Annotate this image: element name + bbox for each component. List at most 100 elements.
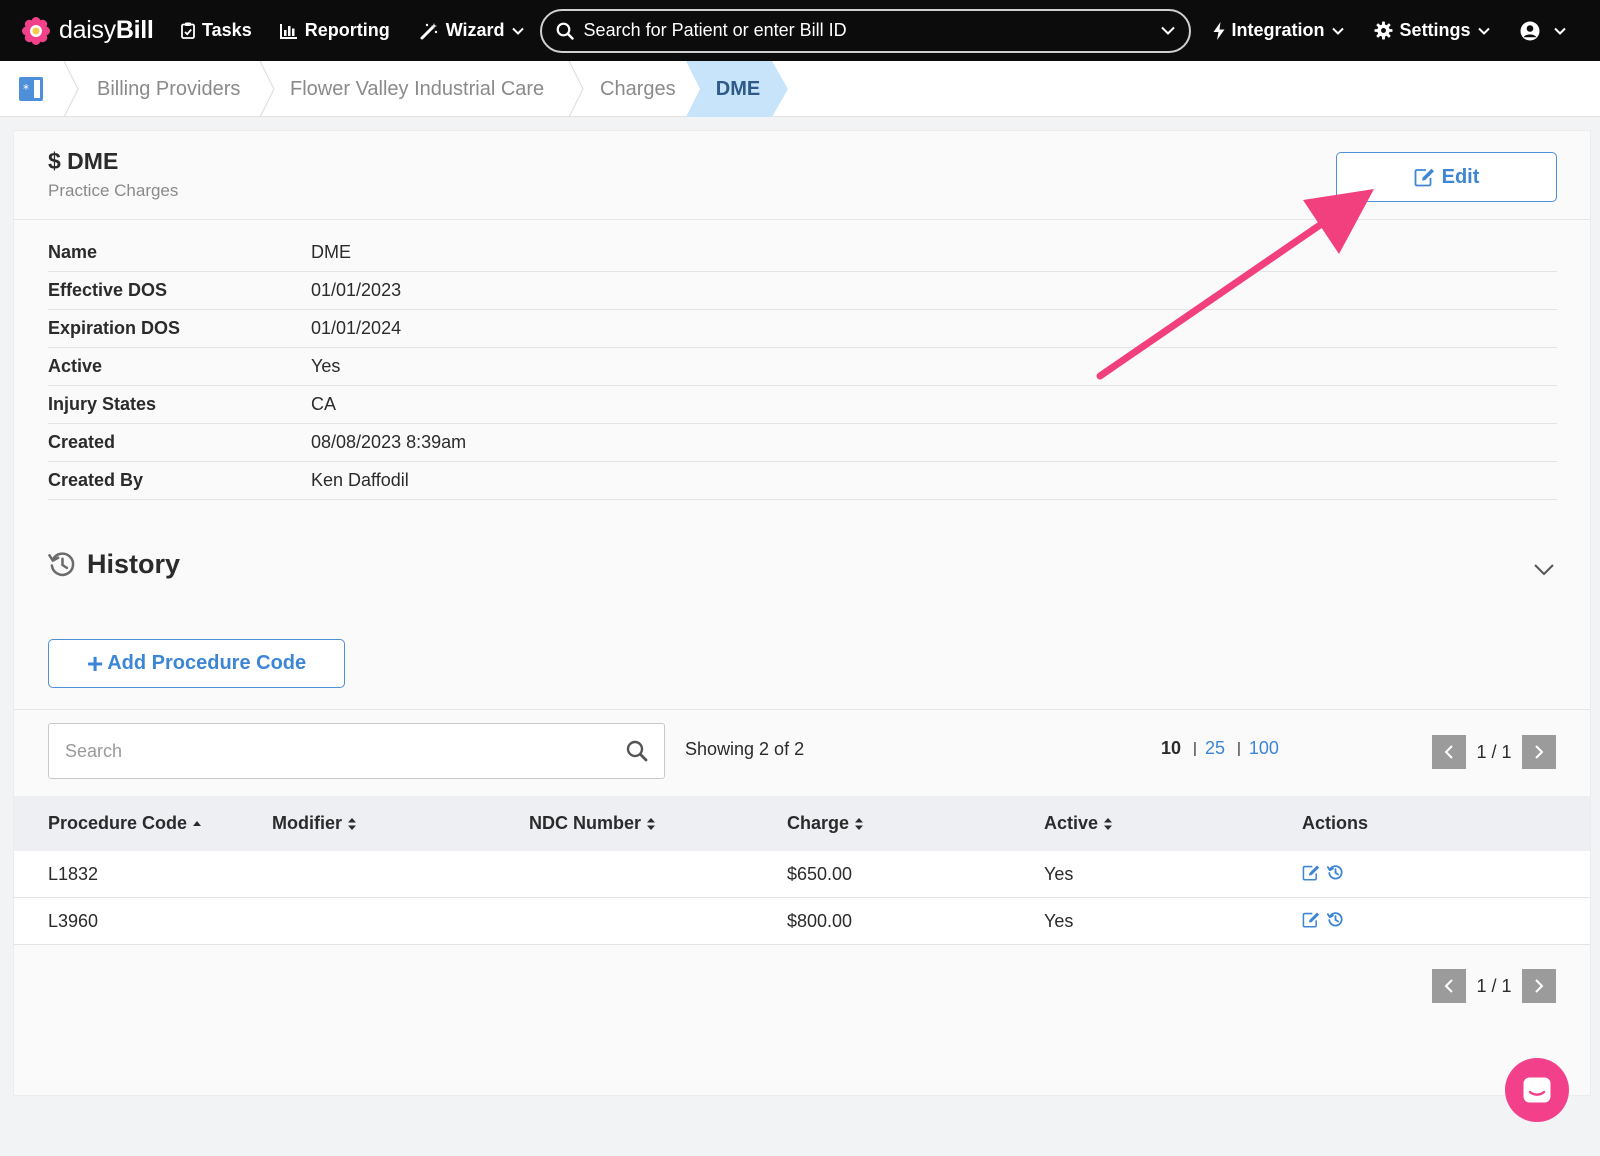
column-modifier[interactable]: Modifier — [272, 796, 357, 851]
detail-label: Effective DOS — [48, 280, 168, 300]
page-size-current[interactable]: 10 — [1161, 738, 1181, 759]
row-actions — [1302, 864, 1344, 881]
cell-active: Yes — [1044, 864, 1074, 884]
chevron-left-icon — [1444, 745, 1453, 759]
chevron-right-icon — [1535, 745, 1544, 759]
chevron-down-icon — [1553, 27, 1566, 35]
history-icon[interactable] — [1327, 911, 1344, 928]
column-active[interactable]: Active — [1044, 796, 1113, 851]
chevron-down-icon — [511, 27, 524, 35]
edit-icon[interactable] — [1302, 864, 1321, 881]
add-procedure-code-label: Add Procedure Code — [107, 652, 307, 674]
search-icon — [626, 740, 648, 762]
edit-icon[interactable] — [1302, 911, 1321, 928]
pagination-top: 1 / 1 — [1432, 735, 1556, 769]
sort-icon — [348, 817, 356, 830]
patient-search-placeholder: Search for Patient or enter Bill ID — [583, 20, 847, 40]
chevron-down-icon — [1331, 27, 1344, 35]
column-charge[interactable]: Charge — [787, 796, 864, 851]
cell-procedure-code: L3960 — [48, 911, 99, 931]
detail-value: Yes — [311, 356, 341, 376]
page-size-divider: | — [1236, 740, 1241, 757]
nav-tasks[interactable]: Tasks — [181, 20, 252, 41]
detail-label: Created — [48, 432, 116, 452]
page-title: $ DME — [48, 148, 119, 174]
breadcrumb-separator — [259, 61, 275, 117]
breadcrumb-billing-providers[interactable]: Billing Providers — [97, 61, 240, 117]
history-icon — [48, 552, 75, 577]
section-divider — [14, 709, 1590, 710]
chevron-down-icon — [1477, 27, 1490, 35]
breadcrumb-home[interactable]: * — [0, 61, 62, 117]
nav-tasks-label: Tasks — [202, 20, 252, 40]
page-size-option[interactable]: 25 — [1205, 738, 1225, 759]
detail-value: CA — [311, 394, 337, 414]
breadcrumb: * Billing Providers Flower Valley Indust… — [0, 61, 1600, 117]
detail-row-injury-states: Injury States CA — [48, 386, 1557, 424]
detail-row-expiration-dos: Expiration DOS 01/01/2024 — [48, 310, 1557, 348]
nav-integration-label: Integration — [1231, 20, 1325, 40]
daisy-flower-icon — [22, 16, 50, 45]
cell-procedure-code: L1832 — [48, 864, 99, 884]
sort-asc-icon — [193, 820, 202, 826]
bar-chart-icon — [279, 23, 297, 39]
detail-label: Active — [48, 356, 103, 376]
top-nav: daisyBill Tasks Reporting Wizard Search … — [0, 0, 1600, 61]
nav-settings[interactable]: Settings — [1374, 20, 1490, 41]
edit-button-label: Edit — [1441, 165, 1480, 188]
sort-icon — [855, 817, 864, 830]
nav-reporting[interactable]: Reporting — [279, 20, 390, 41]
page-indicator: 1 / 1 — [1476, 975, 1512, 996]
clipboard-check-icon — [181, 22, 195, 39]
table-row: L1832 $650.00 Yes — [14, 851, 1590, 898]
add-procedure-code-button[interactable]: + Add Procedure Code — [48, 639, 345, 688]
breadcrumb-separator — [63, 61, 79, 117]
table-search-placeholder: Search — [65, 740, 123, 761]
next-page-button[interactable] — [1522, 969, 1556, 1003]
history-toggle[interactable]: History — [48, 549, 180, 580]
column-ndc-number[interactable]: NDC Number — [529, 796, 656, 851]
breadcrumb-current-label: DME — [715, 78, 761, 100]
nav-wizard[interactable]: Wizard — [420, 20, 524, 41]
page-size-option[interactable]: 100 — [1249, 738, 1279, 759]
svg-text:*: * — [23, 82, 29, 96]
breadcrumb-practice[interactable]: Flower Valley Industrial Care — [290, 61, 544, 117]
detail-row-active: Active Yes — [48, 348, 1557, 386]
chevron-down-icon[interactable] — [1533, 563, 1555, 576]
user-circle-icon — [1520, 21, 1540, 40]
next-page-button[interactable] — [1522, 735, 1556, 769]
pagination-bottom: 1 / 1 — [1432, 969, 1556, 1003]
table-search-input[interactable]: Search — [48, 723, 665, 779]
daisybill-logo[interactable]: daisyBill — [21, 16, 157, 46]
cell-charge: $650.00 — [787, 864, 853, 884]
breadcrumb-current: DME — [686, 61, 790, 117]
chevron-down-icon[interactable] — [1160, 26, 1175, 35]
cell-active: Yes — [1044, 911, 1074, 931]
table-row: L3960 $800.00 Yes — [14, 898, 1590, 945]
page-size-selector: 10 | 25 | 100 — [1161, 738, 1279, 759]
column-procedure-code[interactable]: Procedure Code — [48, 796, 202, 851]
page-size-divider: | — [1193, 740, 1197, 757]
prev-page-button[interactable] — [1432, 735, 1466, 769]
detail-row-name: Name DME — [48, 234, 1557, 272]
header-divider — [14, 219, 1590, 220]
nav-integration[interactable]: Integration — [1213, 20, 1344, 41]
detail-label: Name — [48, 242, 98, 262]
lightning-bolt-icon — [1213, 21, 1225, 40]
detail-label: Injury States — [48, 394, 157, 414]
history-icon[interactable] — [1327, 864, 1344, 881]
table-header: Procedure Code Modifier NDC Number Charg… — [14, 796, 1590, 851]
chat-launcher-button[interactable] — [1505, 1058, 1569, 1122]
detail-value: 08/08/2023 8:39am — [311, 432, 467, 452]
user-menu[interactable] — [1520, 21, 1566, 41]
breadcrumb-charges[interactable]: Charges — [600, 61, 676, 117]
edit-button[interactable]: Edit — [1336, 152, 1557, 202]
column-actions: Actions — [1302, 813, 1369, 833]
prev-page-button[interactable] — [1432, 969, 1466, 1003]
patient-search-input[interactable]: Search for Patient or enter Bill ID — [539, 8, 1191, 53]
row-actions — [1302, 911, 1344, 928]
detail-value: 01/01/2024 — [311, 318, 402, 338]
detail-label: Expiration DOS — [48, 318, 181, 338]
breadcrumb-separator — [568, 61, 584, 117]
search-icon — [556, 22, 574, 40]
